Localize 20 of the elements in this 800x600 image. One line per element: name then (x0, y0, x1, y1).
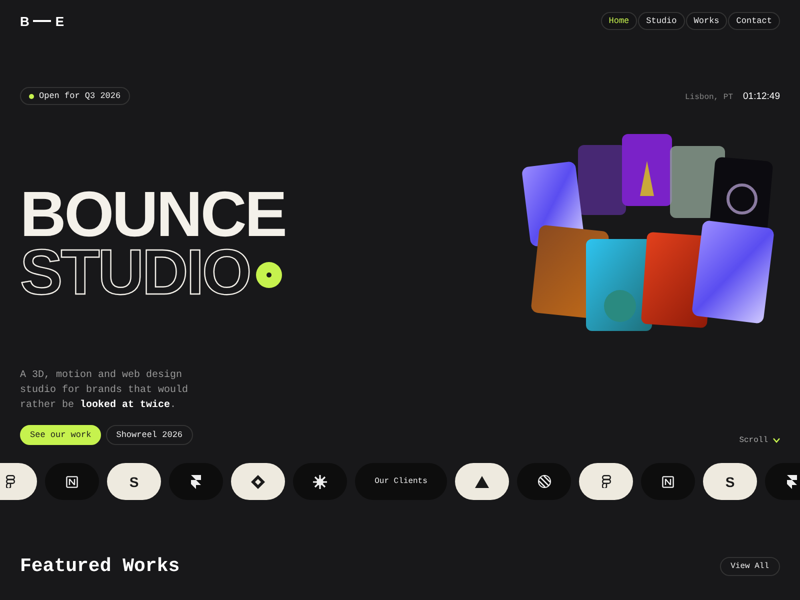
logo-letter: B (20, 14, 30, 28)
view-all-button[interactable]: View All (720, 556, 780, 576)
nav-link[interactable]: Studio (638, 12, 685, 30)
nav-link[interactable]: Contact (728, 12, 780, 30)
nav-link[interactable]: Works (686, 12, 728, 30)
see-work-button[interactable]: See our work (20, 425, 102, 445)
logo-letter: E (55, 14, 64, 28)
section-title: Featured Works (20, 555, 180, 577)
client-logo: S (703, 463, 757, 500)
hero-title: BOUNCE (20, 185, 286, 243)
showreel-button[interactable]: Showreel 2026 (106, 425, 193, 445)
description: A 3D, motion and web design studio for brands that would rather be looked at twice. (20, 368, 190, 413)
nav-link[interactable]: Home (600, 12, 638, 30)
availability-text: Open for Q3 2026 (39, 91, 121, 101)
clock-time: 01:12:49 (743, 90, 780, 102)
hero-title: STUDIO (20, 243, 250, 301)
client-logo: S (107, 463, 161, 500)
clients-label: Our Clients (355, 463, 447, 500)
location-text: Lisbon, PT (685, 92, 734, 102)
scroll-label: Scroll (739, 436, 768, 444)
